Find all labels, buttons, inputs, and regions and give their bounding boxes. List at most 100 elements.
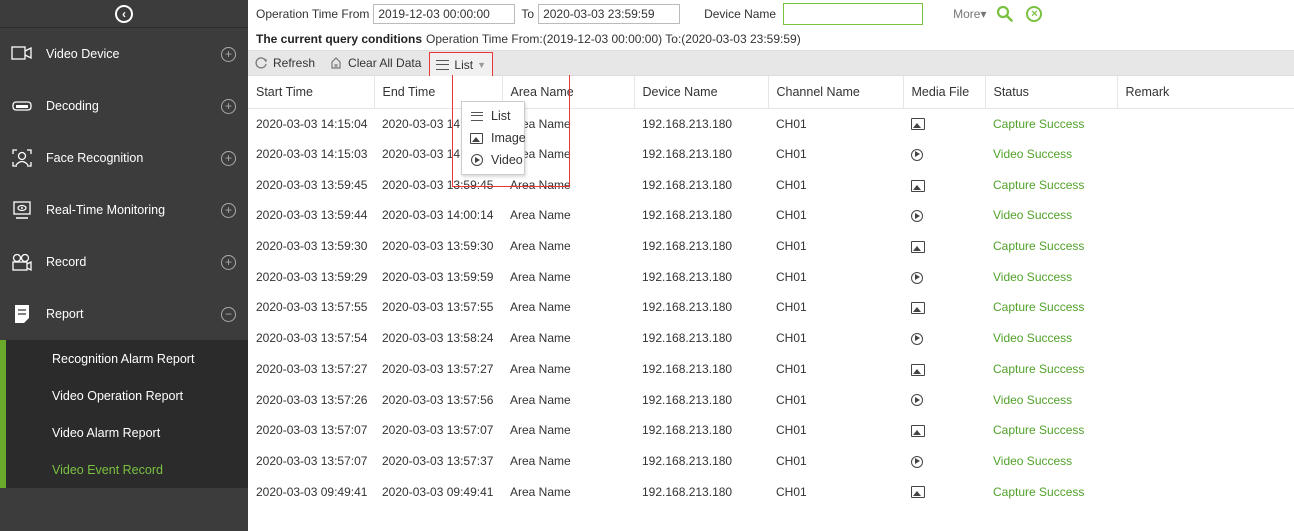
status-cell: Capture Success [993, 361, 1085, 376]
conditions-title: The current query conditions [256, 32, 423, 46]
from-date-input[interactable] [373, 4, 516, 24]
device-name-label: Device Name [704, 7, 777, 21]
expand-icon[interactable]: + [221, 46, 236, 62]
expand-icon[interactable]: + [221, 98, 236, 114]
table-row[interactable]: 2020-03-03 13:59:29 2020-03-03 13:59:59 Ar… [248, 261, 1294, 292]
view-option-image[interactable]: Image [462, 127, 526, 149]
device-name-input[interactable] [783, 3, 924, 25]
refresh-button[interactable]: Refresh [254, 56, 315, 70]
expand-icon[interactable]: + [221, 254, 236, 270]
device-cell: 192.168.213.180 [642, 331, 733, 346]
sidebar-item-real-time-monitoring[interactable]: Real-Time Monitoring + [0, 184, 248, 236]
table-row[interactable]: 2020-03-03 13:57:07 2020-03-03 13:57:37 Ar… [248, 446, 1294, 477]
record-icon [11, 252, 33, 272]
start-cell: 2020-03-03 13:59:29 [256, 269, 368, 284]
remark-cell [1117, 415, 1294, 446]
image-file-icon[interactable] [911, 179, 925, 192]
status-cell: Video Success [993, 392, 1073, 407]
clear-filter-icon[interactable]: × [1026, 6, 1043, 22]
table-row[interactable]: 2020-03-03 13:59:44 2020-03-03 14:00:14 Ar… [248, 200, 1294, 231]
more-filters-button[interactable]: More▾ [953, 7, 986, 21]
column-header-device-name[interactable]: Device Name [634, 76, 769, 109]
channel-cell: CH01 [776, 269, 807, 284]
sidebar-item-report[interactable]: Report − [0, 288, 248, 340]
column-header-remark[interactable]: Remark [1117, 76, 1294, 109]
end-cell: 2020-03-03 13:57:37 [382, 453, 494, 468]
submenu-item-video-alarm-report[interactable]: Video Alarm Report [6, 414, 248, 451]
event-table: Start Time End Time Area Name Device Name Ch… [248, 76, 1294, 507]
status-cell: Video Success [993, 208, 1073, 223]
area-cell: Area Name [510, 453, 571, 468]
video-play-icon[interactable] [911, 148, 923, 161]
table-row[interactable]: 2020-03-03 13:59:30 2020-03-03 13:59:30 Ar… [248, 231, 1294, 262]
channel-cell: CH01 [776, 392, 807, 407]
view-option-label: Video [491, 153, 523, 167]
start-cell: 2020-03-03 14:15:03 [256, 147, 368, 162]
sidebar-item-label: Real-Time Monitoring [46, 203, 166, 217]
video-play-icon[interactable] [911, 455, 923, 468]
area-cell: Area Name [510, 484, 571, 499]
device-cell: 192.168.213.180 [642, 116, 733, 131]
column-header-status[interactable]: Status [985, 76, 1118, 109]
start-cell: 2020-03-03 14:15:04 [256, 116, 368, 131]
remark-cell [1117, 261, 1294, 292]
column-header-media-file[interactable]: Media File [903, 76, 986, 109]
image-file-icon[interactable] [911, 486, 925, 499]
column-header-channel-name[interactable]: Channel Name [768, 76, 904, 109]
to-date-input[interactable] [538, 4, 681, 24]
image-file-icon[interactable] [911, 302, 925, 315]
sidebar-item-decoding[interactable]: Decoding + [0, 80, 248, 132]
collapse-sidebar-icon[interactable]: ‹ [115, 4, 133, 23]
area-cell: Area Name [510, 423, 571, 438]
table-row[interactable]: 2020-03-03 13:57:26 2020-03-03 13:57:56 Ar… [248, 384, 1294, 415]
monitor-icon [11, 200, 33, 220]
image-file-icon[interactable] [911, 240, 925, 253]
submenu-item-video-operation-report[interactable]: Video Operation Report [6, 377, 248, 414]
image-file-icon[interactable] [911, 118, 925, 131]
media-file-cell [903, 139, 985, 170]
sidebar-item-record[interactable]: Record + [0, 236, 248, 288]
table-row[interactable]: 2020-03-03 13:59:45 2020-03-03 13:59:45 Ar… [248, 169, 1294, 200]
video-play-icon[interactable] [911, 332, 923, 345]
expand-icon[interactable]: + [221, 202, 236, 218]
sidebar-item-face-recognition[interactable]: Face Recognition + [0, 132, 248, 184]
view-option-list[interactable]: List [462, 105, 524, 127]
table-row[interactable]: 2020-03-03 13:57:54 2020-03-03 13:58:24 Ar… [248, 323, 1294, 354]
view-option-label: Image [491, 131, 526, 145]
video-play-icon[interactable] [911, 271, 923, 284]
device-cell: 192.168.213.180 [642, 453, 733, 468]
table-row[interactable]: 2020-03-03 14:15:03 2020-03-03 14:15:33 Ar… [248, 139, 1294, 170]
start-cell: 2020-03-03 13:57:55 [256, 300, 368, 315]
submenu-item-recognition-alarm-report[interactable]: Recognition Alarm Report [6, 340, 248, 377]
column-header-start-time[interactable]: Start Time [248, 76, 375, 109]
video-play-icon[interactable] [911, 210, 923, 223]
status-cell: Capture Success [993, 116, 1085, 131]
to-label: To [521, 7, 535, 21]
image-file-icon[interactable] [911, 363, 925, 376]
expand-icon[interactable]: + [221, 150, 236, 166]
start-cell: 2020-03-03 13:57:26 [256, 392, 368, 407]
area-cell: Area Name [510, 208, 571, 223]
refresh-label: Refresh [273, 56, 316, 70]
collapse-icon[interactable]: − [221, 306, 236, 322]
video-play-icon[interactable] [911, 394, 923, 407]
view-mode-menu: List Image Video [461, 101, 526, 175]
table-row[interactable]: 2020-03-03 13:57:07 2020-03-03 13:57:07 Ar… [248, 415, 1294, 446]
table-row[interactable]: 2020-03-03 13:57:55 2020-03-03 13:57:55 Ar… [248, 292, 1294, 323]
view-option-video[interactable]: Video [462, 149, 524, 171]
table-row[interactable]: 2020-03-03 09:49:41 2020-03-03 09:49:41 Ar… [248, 476, 1294, 507]
submenu-item-video-event-record[interactable]: Video Event Record [6, 451, 248, 488]
view-mode-button[interactable]: List ▼ [429, 52, 494, 76]
list-view-icon [436, 59, 450, 70]
search-icon[interactable] [996, 5, 1014, 23]
table-row[interactable]: 2020-03-03 14:15:04 2020-03-03 14:15:04 Ar… [248, 108, 1294, 139]
sidebar-nav: Video Device + Decoding + Face Recognition + R… [0, 28, 248, 340]
table-row[interactable]: 2020-03-03 13:57:27 2020-03-03 13:57:27 Ar… [248, 354, 1294, 385]
clear-all-data-button[interactable]: Clear All Data [329, 56, 421, 70]
from-label: Operation Time From [256, 7, 370, 21]
image-file-icon[interactable] [911, 425, 925, 438]
area-cell: Area Name [510, 361, 571, 376]
end-cell: 2020-03-03 13:59:30 [382, 239, 494, 254]
sidebar-item-video-device[interactable]: Video Device + [0, 28, 248, 80]
toolbar: Refresh Clear All Data List ▼ [248, 50, 1294, 76]
